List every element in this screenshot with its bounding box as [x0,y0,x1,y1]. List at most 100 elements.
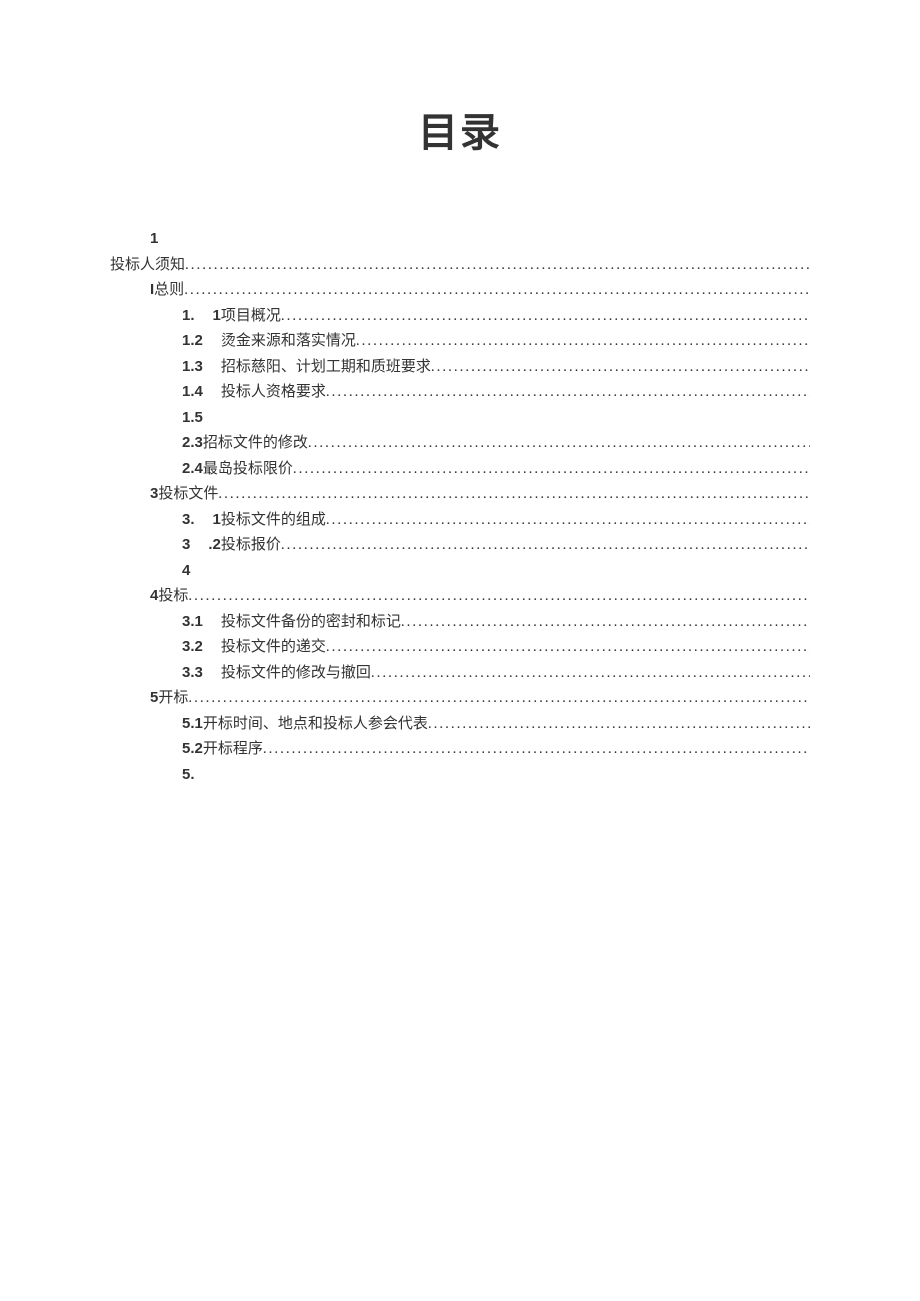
toc-entry: 2.3招标文件的修改 [110,432,810,455]
toc-entry-label: 投标报价 [221,537,281,553]
toc-dot-leader [190,560,810,583]
toc-entry-number: 1.5 [182,407,203,430]
toc-dot-leader [431,356,810,379]
toc-dot-leader [188,687,810,710]
toc-entry-label: 开标程序 [203,741,263,757]
toc-entry-text: 1.2 烫金来源和落实情况 [182,330,356,353]
toc-entry-label: 投标文件的组成 [221,512,326,528]
toc-entry-number: 5.2 [182,738,203,761]
toc-dot-leader [218,483,810,506]
toc-entry-text: 3投标文件 [150,483,218,506]
toc-entry-text: 1. 1项目概况 [182,305,281,328]
toc-entry-text: 4投标 [150,585,188,608]
toc-entry-text: 投标人须知 [110,254,185,277]
toc-entry: 5.1开标时间、地点和投标人参会代表 [110,713,810,736]
toc-entry-text: 1.5 [182,407,203,430]
toc-entry-text: 3.1 投标文件备份的密封和标记 [182,611,401,634]
toc-entry-text: 2.4最岛投标限价 [182,458,293,481]
toc-entry-subnumber: 1 [213,307,221,324]
toc-dot-leader [401,611,810,634]
toc-entry-number: 1.4 [182,381,203,404]
toc-entry-subnumber: 1 [213,511,221,528]
toc-entry-label: 招标文件的修改 [203,435,308,451]
toc-entry-label: 烫金来源和落实情况 [221,333,356,349]
toc-entry-text: 5. [182,764,195,787]
toc-entry: 4投标 [110,585,810,608]
toc-entry: 1.5 [110,407,810,430]
toc-entry-number: 1. [182,305,195,328]
toc-entry: 3.1 投标文件备份的密封和标记 [110,611,810,634]
toc-entry-text: 3.2 投标文件的递交 [182,636,326,659]
toc-dot-leader [281,534,810,557]
toc-entry-number: 3.3 [182,662,203,685]
toc-entry-text: 1.4 投标人资格要求 [182,381,326,404]
toc-entry: 1. 1项目概况 [110,305,810,328]
toc-dot-leader [326,381,810,404]
toc-entry-label: 开标 [158,690,188,706]
toc-dot-leader [371,662,810,685]
toc-dot-leader [195,764,810,787]
toc-entry-label: 投标文件的递交 [221,639,326,655]
toc-dot-leader [158,228,810,251]
toc-entry: 3 .2投标报价 [110,534,810,557]
toc-dot-leader [356,330,810,353]
toc-entry-text: 3. 1投标文件的组成 [182,509,326,532]
toc-entry: 2.4最岛投标限价 [110,458,810,481]
toc-entry-label: 投标文件备份的密封和标记 [221,614,401,630]
toc-entry: 4 [110,560,810,583]
toc-dot-leader [428,713,810,736]
toc-entry: 5.2开标程序 [110,738,810,761]
toc-entry-text: 1 [150,228,158,251]
toc-entry: 3.2 投标文件的递交 [110,636,810,659]
toc-entry: 1.4 投标人资格要求 [110,381,810,404]
toc-entry-text: 4 [182,560,190,583]
toc-entry-label: 投标文件的修改与撤回 [221,665,371,681]
toc-entry: 5开标 [110,687,810,710]
toc-entry-number: 5.1 [182,713,203,736]
toc-entry-text: 5开标 [150,687,188,710]
toc-entry: I总则 [110,279,810,302]
toc-dot-leader [293,458,810,481]
toc-entry: 3投标文件 [110,483,810,506]
toc-entry-number: 1 [150,228,158,251]
toc-dot-leader [203,407,810,430]
toc-entry-number: 2.4 [182,458,203,481]
toc-entry-number: 3.2 [182,636,203,659]
toc-entry-number: 3. [182,509,195,532]
toc-entry-label: 投标人须知 [110,257,185,273]
toc-entry-number: 1.2 [182,330,203,353]
toc-entry-text: 5.2开标程序 [182,738,263,761]
toc-entry-text: 3 .2投标报价 [182,534,281,557]
toc-entry: 投标人须知 [110,254,810,277]
toc-dot-leader [308,432,810,455]
toc-entry-label: 最岛投标限价 [203,461,293,477]
toc-entry-text: 1.3招标慈阳、计划工期和质班要求 [182,356,431,379]
toc-entry-text: 2.3招标文件的修改 [182,432,308,455]
toc-entry-label: 投标 [158,588,188,604]
toc-entry-number: 5. [182,764,195,787]
toc-entry-label: 开标时间、地点和投标人参会代表 [203,716,428,732]
toc-dot-leader [326,509,810,532]
toc-dot-leader [326,636,810,659]
toc-entry-number: 2.3 [182,432,203,455]
toc-dot-leader [188,585,810,608]
table-of-contents: 1投标人须知I总则1.1项目概况1.2烫金来源和落实情况1.3招标慈阳、计划工期… [110,228,810,786]
toc-entry: 1.2 烫金来源和落实情况 [110,330,810,353]
toc-entry-label: 投标人资格要求 [221,384,326,400]
page-title: 目录 [110,100,810,158]
toc-entry-number: 1.3 [182,356,203,379]
toc-dot-leader [263,738,810,761]
toc-entry: 1.3招标慈阳、计划工期和质班要求 [110,356,810,379]
toc-entry-number: 4 [182,560,190,583]
toc-entry-text: 3.3 投标文件的修改与撤回 [182,662,371,685]
toc-entry: 3.3 投标文件的修改与撤回 [110,662,810,685]
toc-dot-leader [184,279,810,302]
toc-entry-text: I总则 [150,279,184,302]
toc-entry-subnumber: .2 [208,536,221,553]
toc-entry-label: 项目概况 [221,308,281,324]
toc-entry: 3. 1投标文件的组成 [110,509,810,532]
toc-entry-number: 3 [182,534,190,557]
toc-entry-label: 总则 [154,282,184,298]
toc-entry-label: 投标文件 [158,486,218,502]
toc-entry-number: 3.1 [182,611,203,634]
